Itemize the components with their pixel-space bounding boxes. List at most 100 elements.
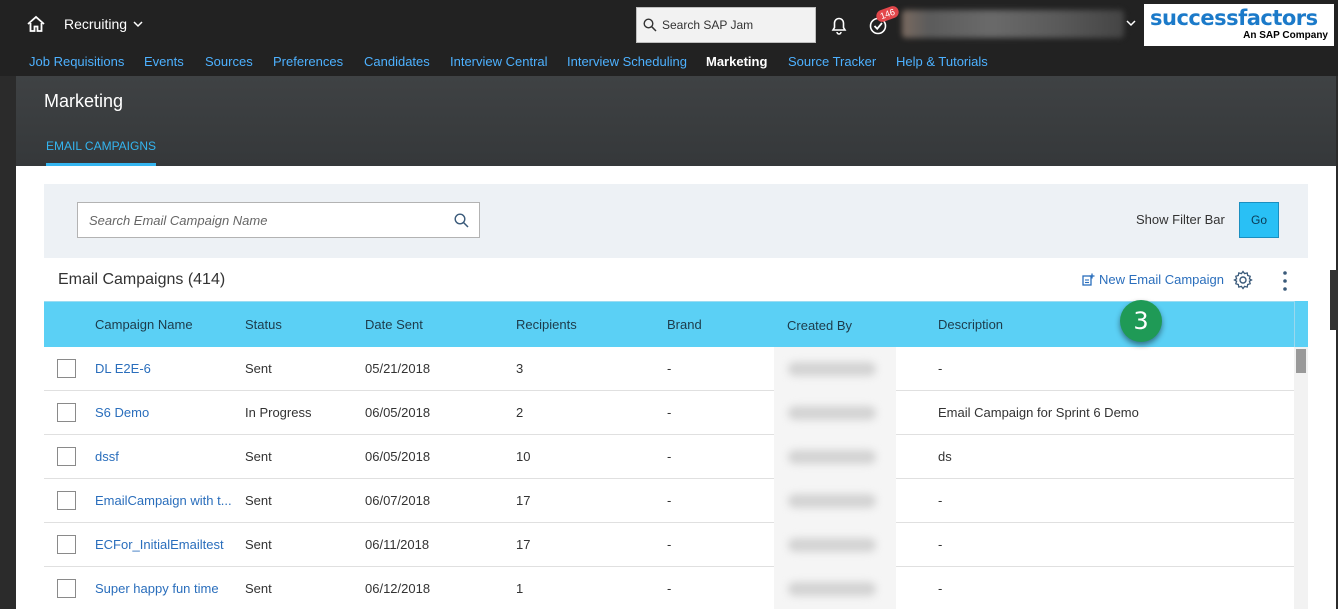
column-header-brand[interactable]: Brand bbox=[667, 317, 702, 332]
campaign-search-placeholder: Search Email Campaign Name bbox=[89, 212, 268, 228]
description-cell: Email Campaign for Sprint 6 Demo bbox=[938, 405, 1139, 420]
status-cell: Sent bbox=[245, 537, 272, 552]
chevron-down-icon bbox=[133, 21, 143, 28]
nav-item-interview-scheduling[interactable]: Interview Scheduling bbox=[567, 54, 687, 69]
new-document-icon bbox=[1082, 273, 1095, 286]
scrollbar-thumb[interactable] bbox=[1296, 349, 1306, 373]
main-content: Search Email Campaign Name Show Filter B… bbox=[16, 166, 1336, 609]
home-icon[interactable] bbox=[26, 15, 46, 33]
date-sent-cell: 06/12/2018 bbox=[365, 581, 431, 596]
date-sent-cell: 06/05/2018 bbox=[365, 449, 431, 464]
nav-item-preferences[interactable]: Preferences bbox=[273, 54, 343, 69]
page-scroll-handle[interactable] bbox=[1330, 270, 1338, 330]
nav-item-job-requisitions[interactable]: Job Requisitions bbox=[29, 54, 124, 69]
tab-email-campaigns[interactable]: EMAIL CAMPAIGNS bbox=[46, 139, 157, 166]
campaign-name-link[interactable]: S6 Demo bbox=[95, 405, 149, 420]
chevron-down-icon[interactable] bbox=[1126, 18, 1136, 28]
nav-item-candidates[interactable]: Candidates bbox=[364, 54, 430, 69]
row-checkbox[interactable] bbox=[57, 359, 76, 378]
filter-bar: Search Email Campaign Name Show Filter B… bbox=[44, 184, 1308, 258]
recipients-cell: 3 bbox=[516, 361, 524, 376]
status-cell: Sent bbox=[245, 449, 272, 464]
logo-subtitle: An SAP Company bbox=[1243, 30, 1328, 41]
status-cell: In Progress bbox=[245, 405, 312, 420]
nav-item-interview-central[interactable]: Interview Central bbox=[450, 54, 548, 69]
redacted-name bbox=[788, 450, 876, 464]
sap-jam-search-input[interactable]: Search SAP Jam bbox=[636, 7, 816, 43]
redacted-name bbox=[788, 494, 876, 508]
date-sent-cell: 06/11/2018 bbox=[365, 537, 430, 552]
page-header: Marketing EMAIL CAMPAIGNS bbox=[16, 76, 1336, 166]
recipients-cell: 1 bbox=[516, 581, 524, 596]
table-header: Campaign Name Status Date Sent Recipient… bbox=[44, 301, 1294, 347]
column-header-date-sent[interactable]: Date Sent bbox=[365, 317, 423, 332]
table-row[interactable]: EmailCampaign with t... Sent 06/07/2018 … bbox=[44, 479, 1294, 523]
more-options-icon[interactable] bbox=[1282, 270, 1288, 292]
redacted-name bbox=[788, 362, 876, 376]
user-profile-menu[interactable] bbox=[902, 10, 1124, 38]
column-header-recipients[interactable]: Recipients bbox=[516, 317, 577, 332]
nav-item-events[interactable]: Events bbox=[144, 54, 184, 69]
table-row[interactable]: dssf Sent 06/05/2018 10 - ds bbox=[44, 435, 1294, 479]
go-button[interactable]: Go bbox=[1239, 202, 1279, 238]
date-sent-cell: 06/07/2018 bbox=[365, 493, 431, 508]
status-cell: Sent bbox=[245, 361, 272, 376]
search-icon[interactable] bbox=[454, 212, 469, 228]
date-sent-cell: 05/21/2018 bbox=[365, 361, 431, 376]
brand-cell: - bbox=[667, 493, 672, 508]
recipients-cell: 10 bbox=[516, 449, 531, 464]
row-checkbox[interactable] bbox=[57, 403, 76, 422]
row-checkbox[interactable] bbox=[57, 579, 76, 598]
description-cell: - bbox=[938, 493, 943, 508]
campaign-name-link[interactable]: EmailCampaign with t... bbox=[95, 493, 231, 508]
campaign-name-link[interactable]: ECFor_InitialEmailtest bbox=[95, 537, 224, 552]
top-bar: Recruiting Search SAP Jam 146 successfac… bbox=[0, 0, 1338, 48]
recipients-cell: 17 bbox=[516, 537, 531, 552]
nav-item-sources[interactable]: Sources bbox=[205, 54, 253, 69]
description-cell: ds bbox=[938, 449, 952, 464]
brand-cell: - bbox=[667, 405, 672, 420]
campaign-name-link[interactable]: dssf bbox=[95, 449, 119, 464]
campaign-search-input[interactable]: Search Email Campaign Name bbox=[77, 202, 480, 238]
row-checkbox[interactable] bbox=[57, 535, 76, 554]
successfactors-logo: successfactors An SAP Company bbox=[1144, 4, 1334, 46]
campaign-name-link[interactable]: Super happy fun time bbox=[95, 581, 219, 596]
table-row[interactable]: ECFor_InitialEmailtest Sent 06/11/2018 1… bbox=[44, 523, 1294, 567]
table-row[interactable]: DL E2E-6 Sent 05/21/2018 3 - - bbox=[44, 347, 1294, 391]
show-filter-bar-link[interactable]: Show Filter Bar bbox=[1136, 212, 1225, 227]
header-scroll-spacer bbox=[1294, 301, 1308, 347]
status-cell: Sent bbox=[245, 581, 272, 596]
table-scrollbar[interactable] bbox=[1294, 347, 1308, 609]
search-icon bbox=[643, 18, 657, 32]
nav-item-marketing[interactable]: Marketing bbox=[706, 54, 767, 69]
table-row[interactable]: S6 Demo In Progress 06/05/2018 2 - Email… bbox=[44, 391, 1294, 435]
column-header-created-by[interactable]: Created By bbox=[787, 318, 852, 333]
created-by-redacted-column bbox=[774, 347, 896, 609]
brand-cell: - bbox=[667, 537, 672, 552]
row-checkbox[interactable] bbox=[57, 491, 76, 510]
module-name: Recruiting bbox=[64, 16, 128, 32]
column-header-status[interactable]: Status bbox=[245, 317, 282, 332]
page-title: Marketing bbox=[44, 91, 124, 111]
sap-jam-search-placeholder: Search SAP Jam bbox=[662, 18, 754, 32]
nav-item-help-tutorials[interactable]: Help & Tutorials bbox=[896, 54, 988, 69]
notification-bell-icon[interactable] bbox=[830, 15, 848, 35]
nav-item-source-tracker[interactable]: Source Tracker bbox=[788, 54, 876, 69]
column-header-campaign-name[interactable]: Campaign Name bbox=[95, 317, 193, 332]
status-cell: Sent bbox=[245, 493, 272, 508]
brand-cell: - bbox=[667, 449, 672, 464]
gear-icon[interactable] bbox=[1233, 270, 1253, 290]
column-header-description[interactable]: Description bbox=[938, 317, 1003, 332]
brand-cell: - bbox=[667, 361, 672, 376]
brand-cell: - bbox=[667, 581, 672, 596]
date-sent-cell: 06/05/2018 bbox=[365, 405, 431, 420]
row-checkbox[interactable] bbox=[57, 447, 76, 466]
module-switcher[interactable]: Recruiting bbox=[64, 16, 143, 32]
new-email-campaign-label: New Email Campaign bbox=[1099, 272, 1224, 287]
recipients-cell: 17 bbox=[516, 493, 531, 508]
redacted-name bbox=[788, 406, 876, 420]
campaign-name-link[interactable]: DL E2E-6 bbox=[95, 361, 151, 376]
new-email-campaign-button[interactable]: New Email Campaign bbox=[1082, 272, 1224, 287]
table-row[interactable]: Super happy fun time Sent 06/12/2018 1 -… bbox=[44, 567, 1294, 609]
table-title: Email Campaigns (414) bbox=[58, 271, 226, 288]
